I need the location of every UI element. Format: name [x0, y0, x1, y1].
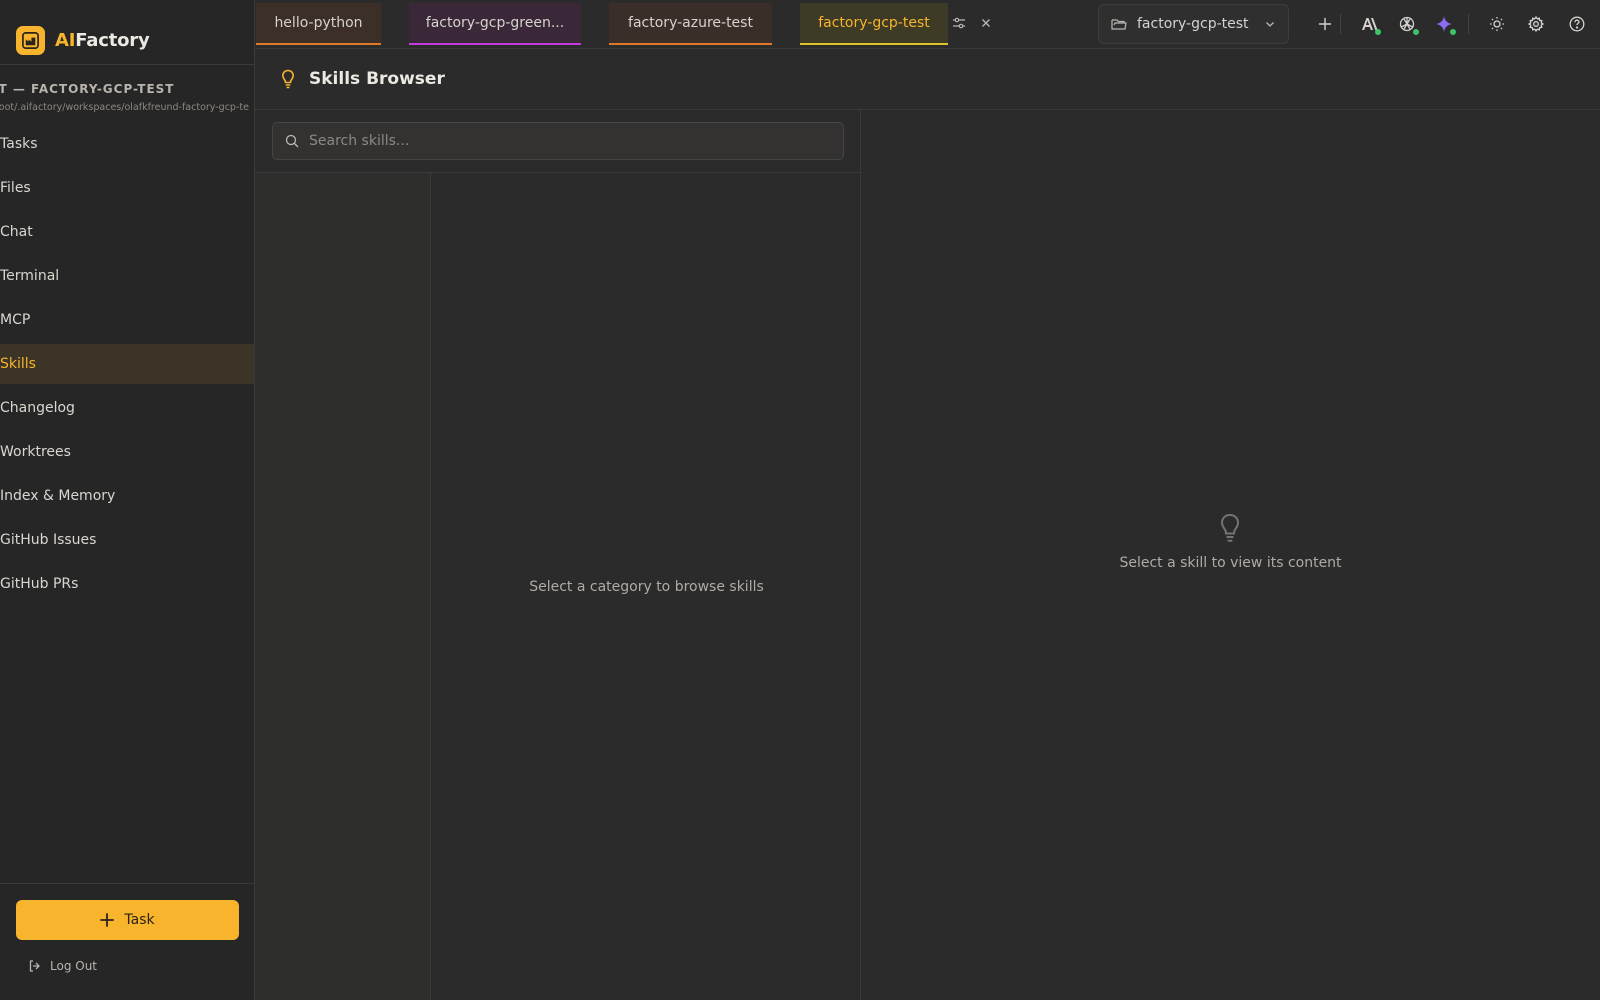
project-path: /nonroot/.aifactory/workspaces/olafkfreu…: [0, 102, 249, 113]
category-list: [255, 173, 431, 1000]
search-icon: [285, 134, 299, 148]
sidebar-item-chat[interactable]: Chat: [0, 212, 254, 252]
sidebar-item-worktrees[interactable]: Worktrees: [0, 432, 254, 472]
page-title: Skills Browser: [309, 69, 445, 89]
divider: [0, 64, 255, 65]
brand-name: AIFactory: [55, 29, 150, 51]
sidebar-item-skills[interactable]: Skills: [0, 344, 254, 384]
lightbulb-icon: [1221, 513, 1240, 542]
page-header: Skills Browser: [255, 49, 1600, 110]
content-empty-message: Select a skill to view its content: [1119, 555, 1342, 571]
project-selector[interactable]: factory-gcp-test: [1098, 4, 1289, 44]
sidebar-nav: Tasks Files Chat Terminal MCP Skills Cha…: [0, 124, 254, 608]
brand[interactable]: AIFactory: [16, 25, 150, 55]
task-button-label: Task: [124, 912, 155, 928]
chevron-down-icon: [1266, 22, 1274, 27]
divider: [0, 883, 255, 884]
tab-settings-icon[interactable]: [950, 14, 968, 32]
skills-list: Select a category to browse skills: [432, 173, 861, 1000]
project-selector-value: factory-gcp-test: [1137, 16, 1249, 32]
sidebar-item-github-prs[interactable]: GitHub PRs: [0, 564, 254, 604]
gemini-icon[interactable]: [1433, 13, 1456, 35]
factory-logo-icon: [16, 25, 45, 55]
new-task-button[interactable]: Task: [16, 900, 239, 940]
tab-factory-azure-test[interactable]: factory-azure-test: [609, 3, 772, 45]
skill-content-pane: Select a skill to view its content: [861, 110, 1600, 1000]
sidebar-item-github-issues[interactable]: GitHub Issues: [0, 520, 254, 560]
anthropic-icon[interactable]: [1358, 13, 1381, 35]
search-box: [272, 122, 844, 160]
skills-empty-message: Select a category to browse skills: [529, 578, 764, 595]
gear-icon[interactable]: [1525, 13, 1547, 35]
lightbulb-icon: [281, 69, 295, 89]
plus-icon[interactable]: [1314, 13, 1336, 35]
project-title: JECT — FACTORY-GCP-TEST: [0, 82, 175, 96]
sidebar-item-files[interactable]: Files: [0, 168, 254, 208]
sidebar-item-changelog[interactable]: Changelog: [0, 388, 254, 428]
status-dot: [1450, 29, 1456, 35]
logout-button[interactable]: Log Out: [28, 959, 97, 973]
project-header: JECT — FACTORY-GCP-TEST /nonroot/.aifact…: [0, 82, 255, 113]
sidebar-item-tasks[interactable]: Tasks: [0, 124, 254, 164]
status-dot: [1413, 29, 1419, 35]
sidebar-item-mcp[interactable]: MCP: [0, 300, 254, 340]
tab-close-icon[interactable]: [977, 14, 995, 32]
sidebar: AIFactory JECT — FACTORY-GCP-TEST /nonro…: [0, 0, 255, 1000]
tab-factory-gcp-test[interactable]: factory-gcp-test: [800, 3, 948, 45]
logout-label: Log Out: [50, 959, 98, 973]
top-bar: hello-python factory-gcp-green... factor…: [255, 0, 1600, 49]
skills-list-pane: Select a category to browse skills: [255, 110, 861, 1000]
logout-icon: [29, 960, 40, 972]
tab-hello-python[interactable]: hello-python: [256, 3, 381, 45]
openai-icon[interactable]: [1396, 13, 1419, 35]
sidebar-item-index-memory[interactable]: Index & Memory: [0, 476, 254, 516]
search-input[interactable]: [309, 133, 829, 149]
folder-icon: [1111, 19, 1127, 30]
sidebar-item-terminal[interactable]: Terminal: [0, 256, 254, 296]
status-dot: [1375, 29, 1381, 35]
help-icon[interactable]: [1566, 13, 1588, 35]
divider: [1468, 14, 1469, 34]
divider: [1340, 14, 1341, 34]
tab-factory-gcp-green[interactable]: factory-gcp-green...: [409, 3, 581, 45]
sun-icon[interactable]: [1486, 13, 1508, 35]
plus-icon: [100, 913, 115, 927]
